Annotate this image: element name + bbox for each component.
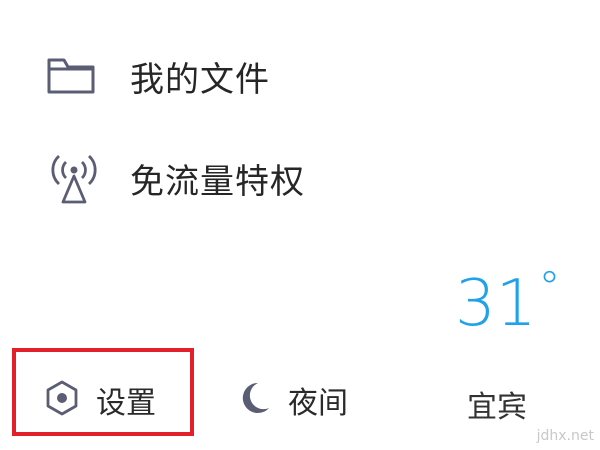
menu-item-my-files[interactable]: 我的文件 — [46, 46, 270, 106]
degree-symbol: ° — [538, 262, 561, 313]
highlight-box — [12, 348, 194, 436]
night-mode-button[interactable]: 夜间 — [238, 378, 348, 422]
watermark: jdhx.net — [536, 428, 594, 444]
temperature-value: 31 — [455, 267, 537, 341]
weather-temperature[interactable]: 31° — [455, 266, 560, 337]
moon-icon — [238, 380, 272, 420]
folder-icon — [46, 48, 102, 104]
night-label: 夜间 — [288, 386, 348, 421]
signal-tower-icon — [46, 150, 102, 206]
weather-city[interactable]: 宜宾 — [467, 382, 527, 426]
menu-item-label: 免流量特权 — [130, 161, 305, 202]
side-menu-panel: 我的文件 免流量特权 31° 宜宾 设置 夜间 jdhx.net — [0, 0, 600, 450]
menu-item-free-traffic[interactable]: 免流量特权 — [46, 148, 305, 208]
menu-item-label: 我的文件 — [130, 59, 270, 100]
